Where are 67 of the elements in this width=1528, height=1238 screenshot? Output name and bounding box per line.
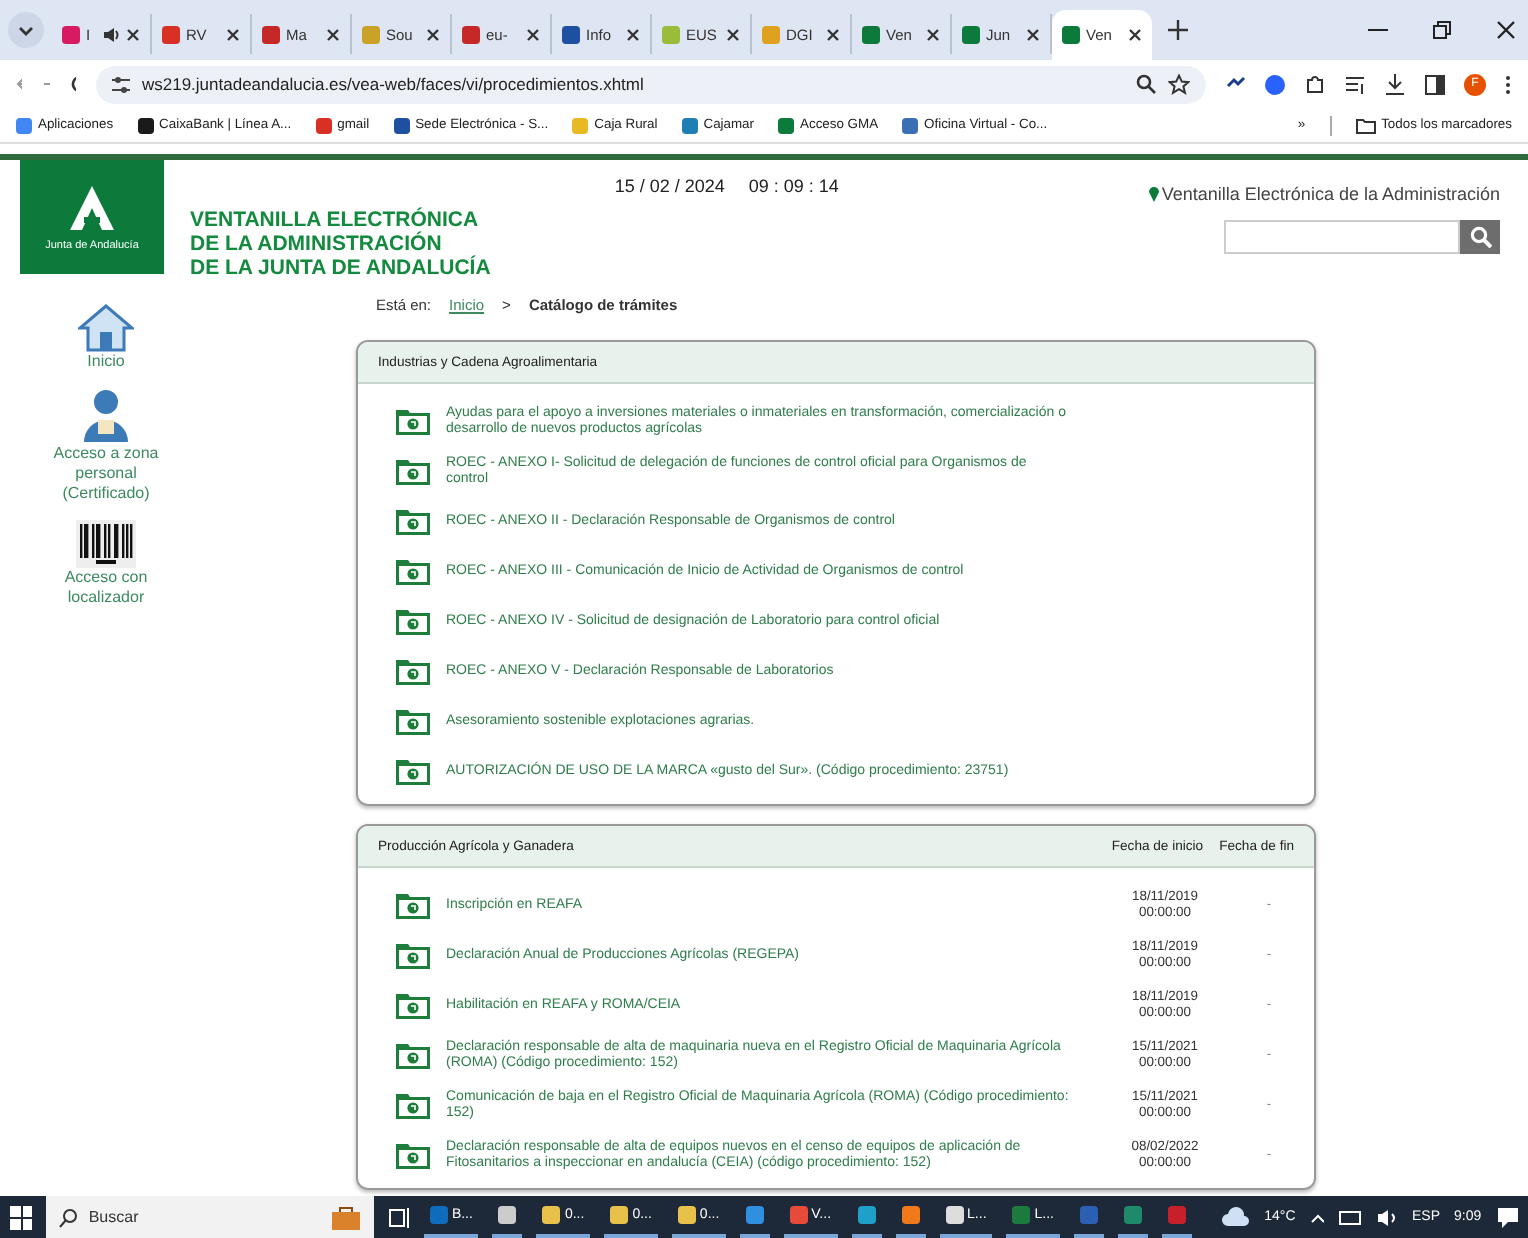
date-text: 15 / 02 / 2024 <box>614 176 725 200</box>
menu-icon[interactable] <box>1503 73 1512 95</box>
side-panel-icon[interactable] <box>1423 73 1446 95</box>
site-title: DE LA ADMINISTRACIÓN <box>190 232 442 256</box>
search-icon <box>1469 226 1491 248</box>
close-icon[interactable] <box>626 27 640 41</box>
restore-icon[interactable] <box>1432 20 1452 40</box>
close-icon[interactable] <box>826 27 840 41</box>
search-field[interactable] <box>1224 220 1460 254</box>
site-settings-icon[interactable] <box>111 75 130 93</box>
zoom-icon[interactable] <box>1135 74 1156 94</box>
folder-globe-icon <box>394 990 432 1020</box>
close-icon[interactable] <box>126 27 140 41</box>
speaker-icon[interactable] <box>1375 1207 1399 1227</box>
star-icon[interactable] <box>1167 73 1190 95</box>
close-icon[interactable] <box>426 27 440 41</box>
briefcase-icon <box>329 1205 362 1229</box>
site-title: VENTANILLA ELECTRÓNICA <box>190 208 481 232</box>
barcode-icon <box>76 520 136 568</box>
sidebar-item[interactable]: Inicio <box>46 304 166 372</box>
folder-globe-icon <box>394 940 432 970</box>
network-icon[interactable] <box>1338 1207 1362 1227</box>
search-icon <box>58 1207 79 1227</box>
folder-globe-icon <box>394 556 432 586</box>
folder-globe-icon <box>394 890 432 920</box>
folder-globe-icon <box>394 456 432 486</box>
back-icon[interactable] <box>16 74 23 94</box>
folder-globe-icon <box>394 1140 432 1170</box>
close-icon[interactable] <box>1496 20 1516 40</box>
close-icon[interactable] <box>1026 27 1040 41</box>
reading-list-icon[interactable] <box>1343 73 1366 95</box>
site-title: DE LA JUNTA DE ANDALUCÍA <box>190 256 491 280</box>
close-icon[interactable] <box>926 27 940 41</box>
time-text: 09 : 09 : 14 <box>748 176 839 200</box>
close-icon[interactable] <box>726 27 740 41</box>
close-icon[interactable] <box>326 27 340 41</box>
house-icon <box>78 304 134 352</box>
chevron-up-icon[interactable] <box>1309 1211 1325 1223</box>
folder-globe-icon <box>394 406 432 436</box>
folder-globe-icon <box>394 506 432 536</box>
task-view-icon[interactable] <box>387 1205 410 1229</box>
close-icon[interactable] <box>1128 28 1142 42</box>
close-icon[interactable] <box>526 27 540 41</box>
download-icon[interactable] <box>1383 73 1406 95</box>
logo-mark-icon <box>66 183 118 231</box>
location-pin-icon <box>1147 184 1160 202</box>
notifications-icon[interactable] <box>1495 1205 1518 1229</box>
taskbar-search[interactable]: Buscar <box>46 1196 374 1238</box>
sidebar-item[interactable]: Acceso a zona personal (Certificado) <box>46 388 166 504</box>
tab-list-button[interactable] <box>8 12 44 48</box>
cloud-icon <box>1220 1206 1251 1228</box>
folder-globe-icon <box>394 1040 432 1070</box>
new-tab-icon[interactable] <box>1168 20 1188 40</box>
address-bar[interactable]: ws219.juntadeandalucia.es/vea-web/faces/vi/procedimientos.xhtml <box>95 65 1206 103</box>
extension-icon[interactable] <box>1263 73 1286 95</box>
folder-globe-icon <box>394 1090 432 1120</box>
user-icon <box>78 388 134 444</box>
close-icon[interactable] <box>226 27 240 41</box>
sidebar-item[interactable]: Acceso con localizador <box>46 520 166 608</box>
folder-globe-icon <box>394 606 432 636</box>
search-button[interactable] <box>1460 220 1500 254</box>
windows-start-icon[interactable] <box>10 1205 33 1229</box>
folder-icon <box>1355 117 1376 133</box>
folder-globe-icon <box>394 706 432 736</box>
folder-globe-icon <box>394 656 432 686</box>
portal-title: Ventanilla Electrónica de la Administración <box>1161 184 1500 204</box>
folder-globe-icon <box>394 756 432 786</box>
